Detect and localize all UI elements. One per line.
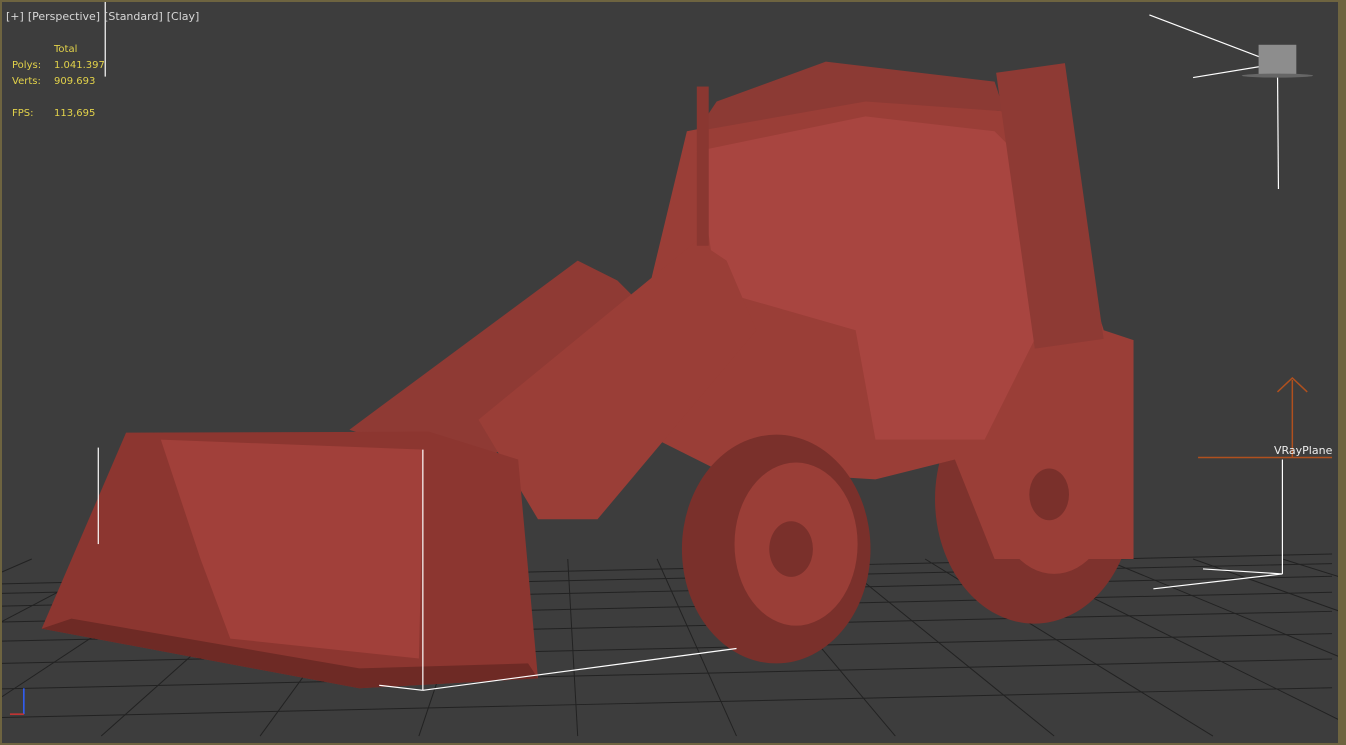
stats-header: Total xyxy=(54,44,78,55)
verts-value: 909.693 xyxy=(54,76,96,87)
grid-line xyxy=(1103,558,1338,657)
verts-label: Verts: xyxy=(12,76,41,87)
polys-value: 1.041.397 xyxy=(54,60,105,71)
fps-value: 113,695 xyxy=(54,108,96,119)
viewport-shading-menu[interactable]: [Clay] xyxy=(167,10,200,23)
grid-line xyxy=(2,558,32,573)
scene-canvas[interactable] xyxy=(2,2,1338,743)
viewport-statistics: Total Polys: 1.041.397 Verts: 909.693 FPS:… xyxy=(12,42,105,122)
viewcube[interactable] xyxy=(1241,44,1314,78)
viewport-view-menu[interactable]: [Perspective] xyxy=(28,10,100,23)
viewport-plus-menu[interactable]: [+] xyxy=(6,10,24,23)
viewport-label-menu: [+] [Perspective] [Standard] [Clay] xyxy=(6,10,199,23)
axis-tripod-icon xyxy=(9,688,25,715)
grid-line xyxy=(2,687,1333,719)
backhoe-loader-model[interactable] xyxy=(41,61,1134,689)
grid-line xyxy=(2,658,1333,690)
perspective-viewport[interactable]: [+] [Perspective] [Standard] [Clay] Tota… xyxy=(0,0,1346,745)
grid-line xyxy=(567,558,579,737)
polys-label: Polys: xyxy=(12,60,42,71)
fps-label: FPS: xyxy=(12,108,34,119)
grid-line xyxy=(1282,558,1338,577)
vrayplane-label: VRayPlane xyxy=(1274,444,1333,457)
viewport-mode-menu[interactable]: [Standard] xyxy=(104,10,163,23)
